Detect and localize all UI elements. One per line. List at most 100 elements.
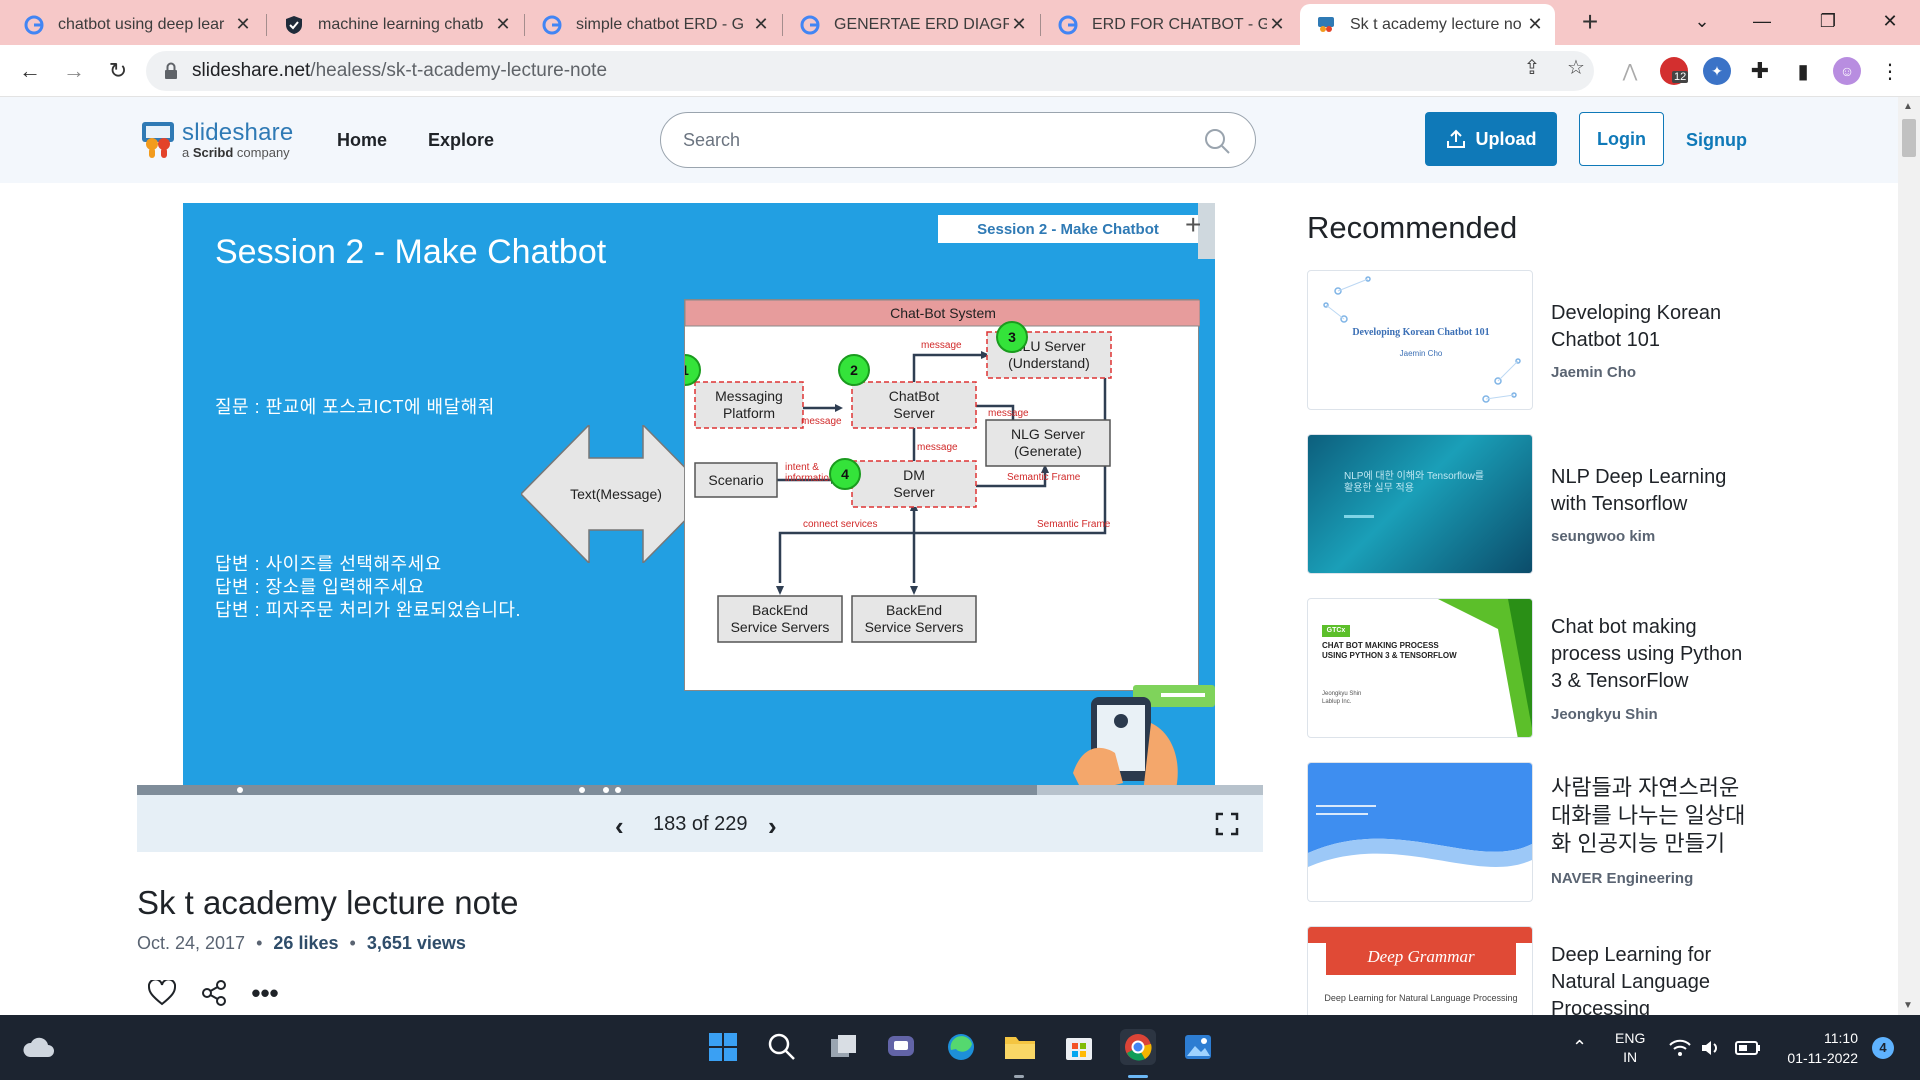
extension-badge-icon[interactable]: 12	[1660, 57, 1689, 85]
slide-image[interactable]: Session 2 - Make Chatbot Session 2 - Mak…	[183, 203, 1215, 785]
microsoft-store-icon[interactable]	[1061, 1029, 1097, 1065]
slide-question: 질문 : 판교에 포스코ICT에 배달해줘	[215, 397, 495, 417]
close-tab-icon[interactable]: ✕	[233, 14, 253, 35]
search-icon[interactable]	[1203, 127, 1231, 155]
recommended-title[interactable]: Developing Korean Chatbot 101	[1551, 300, 1751, 354]
browser-tab[interactable]: GENERTAE ERD DIAGRA ✕	[784, 4, 1039, 45]
search-input[interactable]	[683, 129, 1163, 151]
windows-start-icon[interactable]	[705, 1029, 741, 1065]
recommended-item[interactable]: Developing Korean Chatbot 101 Jaemin Cho…	[1307, 270, 1727, 410]
extensions-puzzle-icon[interactable]: ✚	[1746, 57, 1774, 85]
recommended-thumbnail[interactable]: GTCx CHAT BOT MAKING PROCESS USING PYTHO…	[1307, 598, 1533, 738]
new-tab-button[interactable]: +	[1573, 6, 1607, 40]
extension-a-icon[interactable]: ⋀	[1616, 57, 1644, 85]
plus-icon[interactable]: +	[1185, 209, 1201, 241]
search-icon[interactable]	[764, 1029, 800, 1065]
browser-tab[interactable]: machine learning chatb ✕	[268, 4, 523, 45]
recommended-title[interactable]: Chat bot making process using Python 3 &…	[1551, 614, 1751, 695]
diagram-node-backend: BackEnd Service Servers	[851, 595, 977, 643]
restore-icon[interactable]: ❐	[1798, 0, 1858, 42]
clock-time: 11:10	[1824, 1029, 1858, 1046]
minimize-icon[interactable]: —	[1732, 0, 1792, 42]
progress-marker[interactable]	[603, 787, 609, 793]
share-icon[interactable]	[199, 978, 229, 1008]
share-icon[interactable]: ⇪	[1518, 53, 1546, 81]
recommended-title[interactable]: Deep Learning for Natural Language Proce…	[1551, 942, 1727, 1015]
back-arrow-icon[interactable]: ←	[14, 55, 46, 87]
scroll-down-icon[interactable]: ▼	[1903, 1000, 1913, 1011]
signup-link[interactable]: Signup	[1686, 130, 1747, 151]
page-scrollbar[interactable]: ▲ ▼	[1898, 97, 1920, 1015]
profile-avatar[interactable]: ☺	[1833, 57, 1861, 85]
extension-compass-icon[interactable]: ✦	[1703, 57, 1731, 85]
document-meta: Oct. 24, 2017 • 26 likes • 3,651 views	[137, 933, 466, 953]
close-tab-icon[interactable]: ✕	[751, 14, 771, 35]
progress-marker[interactable]	[615, 787, 621, 793]
document-likes[interactable]: 26 likes	[273, 933, 338, 953]
teams-chat-icon[interactable]	[883, 1029, 919, 1065]
recommended-item[interactable]: 사람들과 자연스러운 대화를 나누는 일상대화 인공지능 만들기 NAVER E…	[1307, 762, 1745, 902]
photos-app-icon[interactable]	[1180, 1029, 1216, 1065]
close-tab-icon[interactable]: ✕	[1525, 14, 1545, 35]
recommended-item[interactable]: Deep Grammar Deep Learning for Natural L…	[1307, 926, 1727, 1015]
side-panel-icon[interactable]: ▮	[1789, 57, 1817, 85]
browser-tab[interactable]: ERD FOR CHATBOT - Go ✕	[1042, 4, 1297, 45]
previous-slide-chevron-icon[interactable]: ‹	[615, 811, 624, 842]
recommended-author[interactable]: Jeongkyu Shin	[1551, 706, 1658, 723]
reload-icon[interactable]: ↻	[102, 55, 134, 87]
node-label: BackEnd	[886, 602, 942, 618]
recommended-item[interactable]: GTCx CHAT BOT MAKING PROCESS USING PYTHO…	[1307, 598, 1742, 738]
browser-tab[interactable]: chatbot using deep lear ✕	[8, 4, 263, 45]
recommended-item[interactable]: NLP에 대한 이해와 Tensorflow를 활용한 실무 적용 NLP De…	[1307, 434, 1727, 574]
recommended-thumbnail[interactable]: Developing Korean Chatbot 101 Jaemin Cho	[1307, 270, 1533, 410]
show-hidden-icons-chevron-icon[interactable]: ⌃	[1572, 1015, 1587, 1080]
address-bar[interactable]: slideshare.net/healess/sk-t-academy-lect…	[146, 51, 1594, 91]
next-slide-chevron-icon[interactable]: ›	[768, 811, 777, 842]
chrome-browser-icon[interactable]	[1120, 1029, 1156, 1065]
close-tab-icon[interactable]: ✕	[493, 14, 513, 35]
progress-marker[interactable]	[237, 787, 243, 793]
recommended-title[interactable]: 사람들과 자연스러운 대화를 나누는 일상대화 인공지능 만들기	[1551, 774, 1751, 858]
google-icon	[24, 15, 44, 35]
task-view-icon[interactable]	[826, 1029, 862, 1065]
scroll-up-icon[interactable]: ▲	[1903, 101, 1913, 112]
progress-marker[interactable]	[579, 787, 585, 793]
notification-center[interactable]: 4	[1872, 1015, 1894, 1080]
upload-button[interactable]: Upload	[1425, 112, 1557, 166]
battery-icon[interactable]	[1735, 1015, 1761, 1080]
weather-cloud-icon[interactable]	[20, 1029, 56, 1065]
close-tab-icon[interactable]: ✕	[1009, 14, 1029, 35]
recommended-thumbnail[interactable]: Deep Grammar Deep Learning for Natural L…	[1307, 926, 1533, 1015]
edge-browser-icon[interactable]	[943, 1029, 979, 1065]
clock[interactable]: 11:10 01-11-2022	[1776, 1015, 1858, 1080]
edge-label: connect services	[803, 519, 877, 530]
recommended-author[interactable]: NAVER Engineering	[1551, 870, 1693, 887]
browser-menu-icon[interactable]: ⋮	[1876, 57, 1904, 85]
more-options-icon[interactable]: •••	[250, 978, 280, 1008]
scrollbar-thumb[interactable]	[1902, 119, 1916, 157]
recommended-author[interactable]: Jaemin Cho	[1551, 364, 1636, 381]
node-label: Service Servers	[865, 619, 964, 635]
recommended-thumbnail[interactable]	[1307, 762, 1533, 902]
slide-progress-bar[interactable]	[137, 785, 1263, 795]
nav-home[interactable]: Home	[337, 130, 387, 151]
close-window-icon[interactable]: ✕	[1860, 0, 1920, 42]
recommended-thumbnail[interactable]: NLP에 대한 이해와 Tensorflow를 활용한 실무 적용	[1307, 434, 1533, 574]
tab-search-chevron-icon[interactable]: ⌄	[1672, 0, 1732, 42]
login-button[interactable]: Login	[1579, 112, 1664, 166]
bookmark-star-icon[interactable]: ☆	[1562, 53, 1590, 81]
volume-icon[interactable]	[1700, 1015, 1722, 1080]
like-heart-icon[interactable]	[147, 978, 177, 1008]
recommended-author[interactable]: seungwoo kim	[1551, 528, 1655, 545]
nav-explore[interactable]: Explore	[428, 130, 494, 151]
forward-arrow-icon[interactable]: →	[58, 55, 90, 87]
wifi-icon[interactable]	[1668, 1015, 1692, 1080]
browser-tab[interactable]: simple chatbot ERD - G ✕	[526, 4, 781, 45]
browser-tab-active[interactable]: Sk t academy lecture no ✕	[1300, 4, 1555, 45]
fullscreen-icon[interactable]	[1215, 812, 1239, 836]
language-indicator[interactable]: ENG IN	[1615, 1015, 1645, 1080]
close-tab-icon[interactable]: ✕	[1267, 14, 1287, 35]
file-explorer-icon[interactable]	[1002, 1029, 1038, 1065]
slideshare-logo[interactable]: slideshare a Scribd company	[140, 119, 293, 160]
recommended-title[interactable]: NLP Deep Learning with Tensorflow	[1551, 464, 1751, 518]
